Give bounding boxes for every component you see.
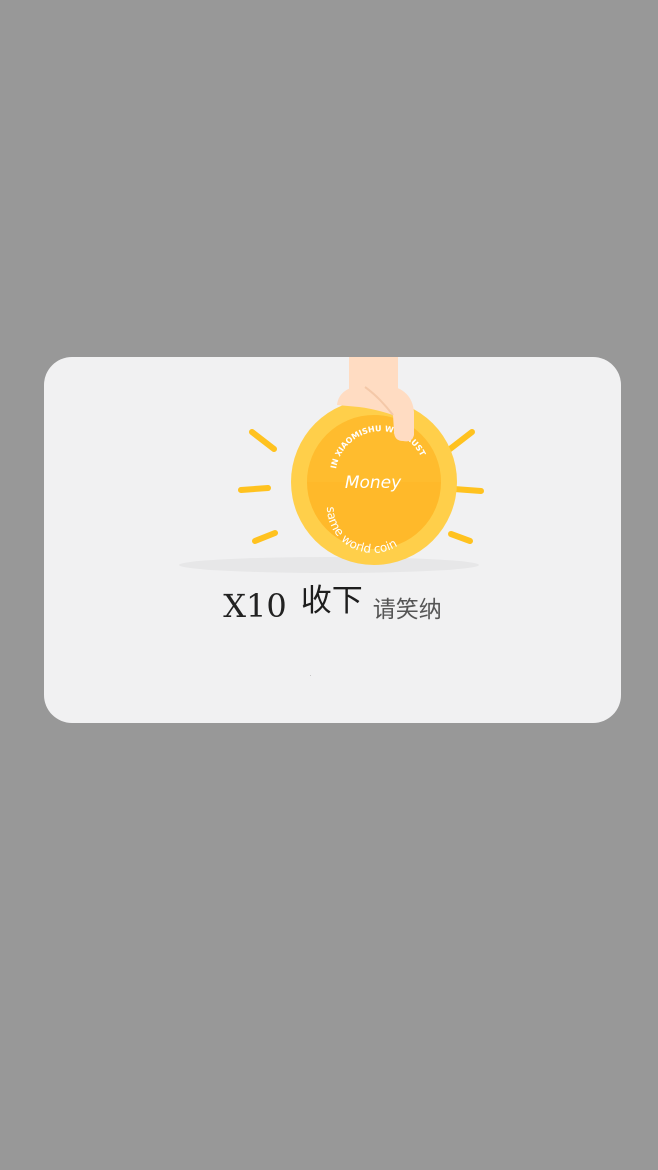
coin-center-text: Money [345,473,402,493]
polite-label: 请笑纳 [372,597,442,623]
coin-icon: IN XIAOMISHU WE TRUST Money same world c… [291,399,457,565]
divider-dot [310,675,311,676]
coin-illustration: IN XIAOMISHU WE TRUST Money same world c… [179,357,489,577]
accept-label[interactable]: 收下 [301,583,363,619]
reward-quantity: X10 [223,587,287,625]
reward-text-row: X10 收下 请笑纳 [44,581,621,631]
sparkle-rays-left-icon [238,429,278,544]
reward-modal: IN XIAOMISHU WE TRUST Money same world c… [44,357,621,723]
coin-shadow [179,557,479,573]
